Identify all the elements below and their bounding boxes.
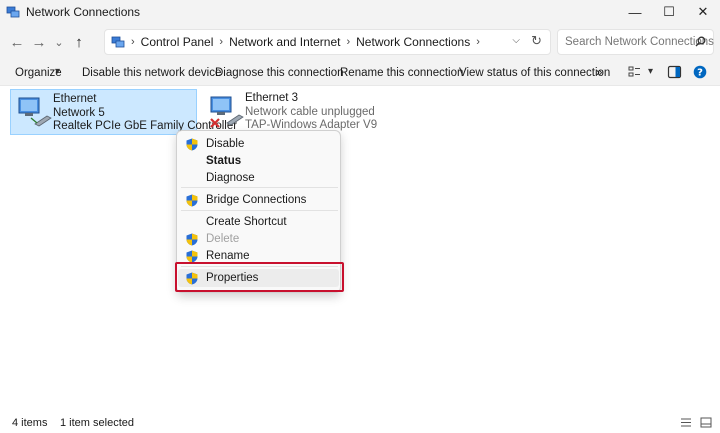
refresh-icon[interactable]: ↻ <box>531 33 542 49</box>
connections-list: Ethernet Network 5 Realtek PCIe GbE Fami… <box>0 86 720 412</box>
network-adapter-icon <box>17 94 53 130</box>
tiles-view-icon[interactable] <box>700 417 712 428</box>
preview-pane-icon[interactable] <box>667 65 683 79</box>
breadcrumb-separator[interactable]: › <box>219 36 223 48</box>
selection-count: 1 item selected <box>60 417 134 429</box>
details-view-icon[interactable] <box>680 417 692 428</box>
chevron-down-icon[interactable]: ⌄ <box>50 30 68 54</box>
forward-arrow-icon[interactable]: → <box>28 30 50 54</box>
address-bar: ← → ⌄ ↑ › Control Panel › Network and In… <box>0 24 720 60</box>
search-placeholder: Search Network Connections <box>565 36 714 48</box>
item-name: Ethernet 3 <box>245 92 299 104</box>
breadcrumb-network-and-internet[interactable]: Network and Internet <box>229 35 340 49</box>
item-count: 4 items <box>12 417 48 429</box>
menu-item-create-shortcut[interactable]: Create Shortcut <box>178 213 339 231</box>
window-title: Network Connections <box>26 5 141 19</box>
more-commands-button[interactable]: » <box>596 67 602 79</box>
breadcrumb-network-connections[interactable]: Network Connections <box>356 35 470 49</box>
maximize-button[interactable]: ☐ <box>652 0 686 24</box>
status-bar: 4 items 1 item selected <box>0 412 720 433</box>
minimize-button[interactable]: — <box>618 0 652 24</box>
properties-highlight-box <box>175 262 344 292</box>
breadcrumb-separator[interactable]: › <box>346 36 350 48</box>
help-icon[interactable]: ? <box>693 65 709 79</box>
menu-item-status[interactable]: Status <box>178 152 339 170</box>
change-view-icon[interactable] <box>628 65 644 79</box>
list-item-ethernet-3[interactable]: Ethernet 3 Network cable unplugged TAP-W… <box>203 89 377 135</box>
uac-shield-icon <box>186 194 198 207</box>
address-history-dropdown-icon[interactable]: ⌵ <box>512 35 520 46</box>
uac-shield-icon <box>186 233 198 246</box>
breadcrumb-separator[interactable]: › <box>476 36 480 48</box>
search-input[interactable]: Search Network Connections <box>557 29 714 55</box>
rename-button[interactable]: Rename this connection <box>340 67 463 79</box>
network-adapter-disconnected-icon <box>209 93 245 129</box>
title-bar: Network Connections — ☐ ✕ <box>0 0 720 24</box>
network-connections-icon <box>111 36 125 48</box>
menu-item-diagnose[interactable]: Diagnose <box>178 169 339 187</box>
network-connections-icon <box>6 6 20 18</box>
diagnose-button[interactable]: Diagnose this connection <box>215 67 344 79</box>
item-network: Network cable unplugged <box>245 105 375 118</box>
menu-item-bridge-connections[interactable]: Bridge Connections <box>178 191 339 209</box>
view-status-button[interactable]: View status of this connection <box>459 67 610 79</box>
breadcrumb-control-panel[interactable]: Control Panel <box>141 35 214 49</box>
close-button[interactable]: ✕ <box>686 0 720 24</box>
menu-item-disable[interactable]: Disable <box>178 135 339 153</box>
disable-device-button[interactable]: Disable this network device <box>82 67 221 79</box>
uac-shield-icon <box>186 138 198 151</box>
breadcrumb-separator: › <box>131 36 135 48</box>
menu-item-delete: Delete <box>178 230 339 248</box>
svg-text:?: ? <box>697 68 703 79</box>
organize-chevron-icon[interactable]: ▾ <box>55 66 60 77</box>
view-options-chevron-icon[interactable]: ▾ <box>648 66 653 77</box>
command-bar: Organize ▾ Disable this network device D… <box>0 60 720 86</box>
search-icon[interactable] <box>695 36 706 47</box>
menu-separator <box>181 187 338 188</box>
back-arrow-icon[interactable]: ← <box>6 30 28 54</box>
menu-separator <box>181 210 338 211</box>
breadcrumb[interactable]: › Control Panel › Network and Internet ›… <box>104 29 551 55</box>
up-arrow-icon[interactable]: ↑ <box>68 30 90 54</box>
list-item-ethernet[interactable]: Ethernet Network 5 Realtek PCIe GbE Fami… <box>10 89 237 135</box>
